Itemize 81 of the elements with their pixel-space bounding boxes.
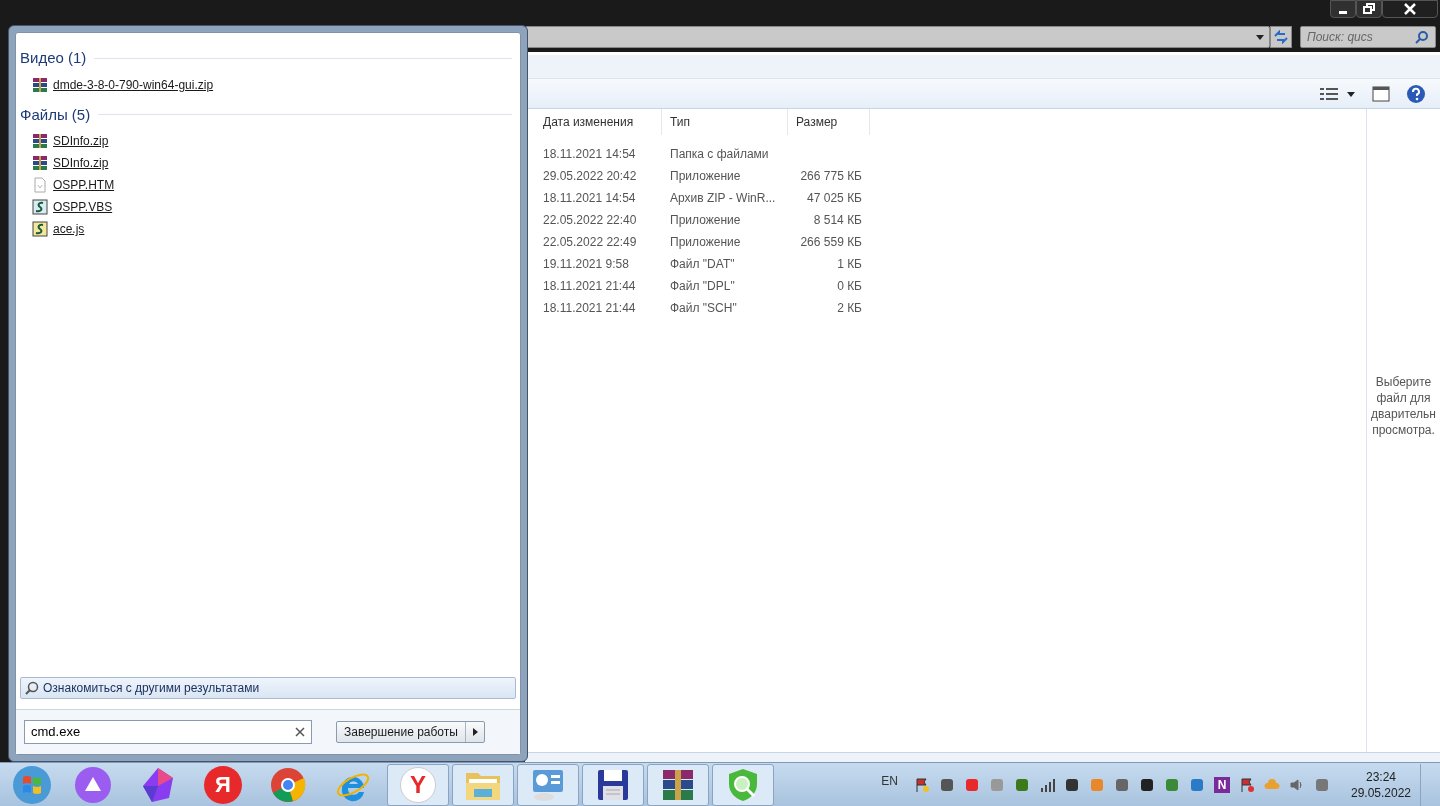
search-result[interactable]: OSPP.VBS: [20, 196, 512, 218]
preview-pane-icon[interactable]: [1372, 85, 1390, 102]
windows-logo-icon: [12, 764, 52, 805]
search-input[interactable]: cmd.exe: [31, 722, 295, 742]
size-cell-text: 2 КБ: [836, 300, 863, 317]
taskbar-button[interactable]: [647, 763, 709, 806]
date-cell-text: 22.05.2022 22:49: [542, 234, 638, 251]
minimize-button[interactable]: [1330, 0, 1356, 18]
dropdown-caret-icon[interactable]: [1255, 33, 1265, 41]
column-header[interactable]: Дата изменения: [535, 109, 662, 135]
type-cell-text: Файл "DPL": [669, 278, 736, 295]
type-cell-text: Приложение: [669, 168, 742, 185]
search-icon[interactable]: [1415, 30, 1429, 44]
document-icon: [32, 177, 48, 193]
type-cell-text: Архив ZIP - WinR...: [669, 190, 777, 207]
yandex-browser-icon: Y: [400, 766, 436, 803]
size-cell-text: 1 КБ: [836, 256, 863, 273]
taskbar-button[interactable]: Я: [192, 763, 254, 806]
archive-icon: [32, 133, 48, 149]
dropdown-caret-icon[interactable]: [1346, 89, 1356, 98]
alice-icon: [74, 765, 112, 804]
date-cell-text: 18.11.2021 21:44: [542, 300, 637, 317]
search-box[interactable]: Поиск: qucs: [1300, 26, 1436, 48]
size-cell-text: 266 775 КБ: [799, 168, 863, 185]
size-cell-text: 266 559 КБ: [799, 234, 863, 251]
type-cell-text: Файл "SCH": [669, 300, 738, 317]
date-cell-text: 22.05.2022 22:40: [542, 212, 638, 229]
script-icon: [32, 199, 48, 215]
view-options-icon[interactable]: [1320, 86, 1338, 101]
preview-message: Выберите файл для дварительн просмотра.: [1371, 373, 1436, 438]
taskbar-button[interactable]: Y: [387, 763, 449, 806]
type-cell-text: Папка с файлами: [669, 146, 770, 163]
signal-icon[interactable]: [1039, 776, 1055, 793]
date-cell-text: 18.11.2021 21:44: [542, 278, 637, 295]
refresh-button[interactable]: [1270, 26, 1292, 48]
date-cell-text: 19.11.2021 9:58: [542, 256, 630, 273]
size-cell-text: 47 025 КБ: [806, 190, 863, 207]
yandex-icon: Я: [204, 765, 242, 804]
group-heading: Видео (1): [20, 48, 87, 68]
arrow-icon: [471, 728, 478, 736]
flag-icon[interactable]: [1239, 776, 1255, 793]
restore-button[interactable]: [1356, 0, 1382, 18]
flag-icon[interactable]: [914, 776, 930, 793]
archive-icon: [32, 76, 48, 93]
type-cell-text: Файл "DAT": [669, 256, 736, 273]
search-input[interactable]: Поиск: qucs: [1307, 28, 1415, 46]
restore-icon: [1363, 3, 1375, 15]
type-cell-text: Приложение: [669, 234, 742, 251]
close-icon: [1404, 3, 1416, 15]
date-cell-text: 29.05.2022 20:42: [542, 168, 638, 185]
clear-icon[interactable]: [295, 727, 305, 737]
search-box[interactable]: cmd.exe: [24, 720, 312, 744]
minimize-icon: [1339, 10, 1347, 14]
group-heading: Файлы (5): [20, 104, 91, 125]
archive-icon: [32, 155, 48, 171]
date-cell-text: 18.11.2021 14:54: [542, 190, 637, 207]
help-icon[interactable]: [1406, 83, 1426, 104]
clock[interactable]: 23:24 29.05.2022: [1346, 768, 1416, 801]
close-button[interactable]: [1382, 0, 1438, 18]
column-header[interactable]: Тип: [662, 109, 788, 135]
more-results-link[interactable]: Ознакомиться с другими результатами: [20, 677, 516, 699]
search-result[interactable]: dmde-3-8-0-790-win64-gui.zip: [20, 73, 512, 96]
archive-icon: [660, 767, 696, 802]
date-cell-text: 18.11.2021 14:54: [542, 146, 637, 163]
language-indicator[interactable]: EN: [881, 771, 898, 790]
taskbar-button[interactable]: [582, 763, 644, 806]
address-field[interactable]: [525, 26, 1270, 48]
script-icon: [32, 221, 48, 237]
search-result[interactable]: SDInfo.zip: [20, 130, 512, 152]
search-result[interactable]: ace.js: [20, 218, 512, 240]
size-cell-text: 8 514 КБ: [812, 212, 863, 229]
size-cell-text: 0 КБ: [836, 278, 863, 295]
search-result[interactable]: SDInfo.zip: [20, 152, 512, 174]
onenote-icon[interactable]: N: [1214, 776, 1230, 793]
type-cell-text: Приложение: [669, 212, 742, 229]
search-result[interactable]: OSPP.HTM: [20, 174, 512, 196]
refresh-icon: [1273, 30, 1289, 44]
speaker-icon[interactable]: [1289, 776, 1305, 793]
column-header[interactable]: Размер: [788, 109, 870, 135]
search-icon: [25, 681, 39, 695]
chrome-icon: [269, 765, 307, 804]
